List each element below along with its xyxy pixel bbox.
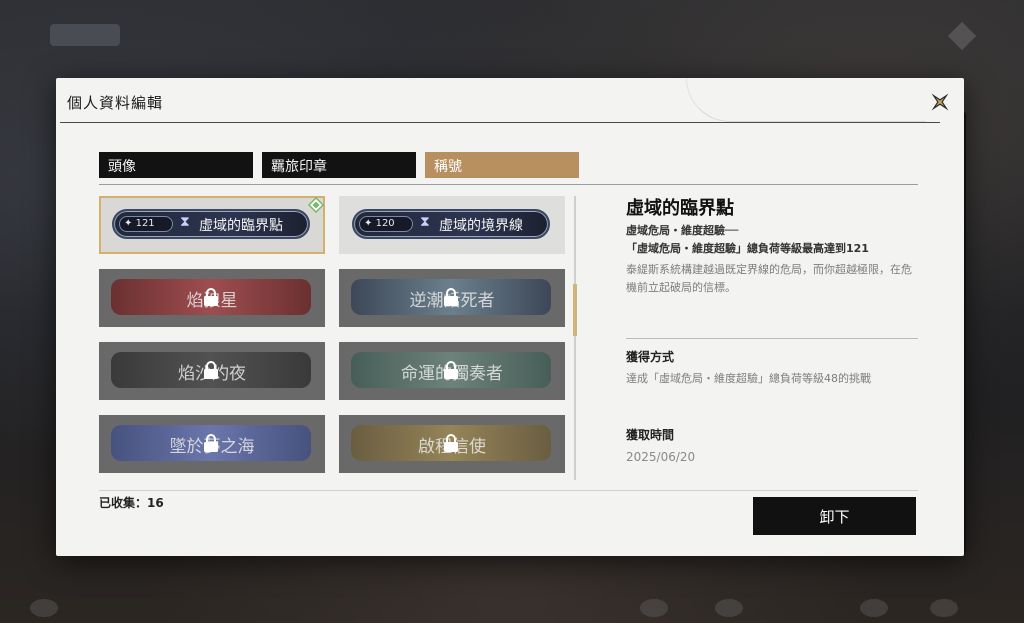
- level-badge: ✦ 120: [359, 216, 413, 232]
- scrollbar-track[interactable]: [574, 196, 576, 480]
- lock-icon: [444, 288, 458, 306]
- hourglass-icon: ⧗: [180, 214, 190, 230]
- title-divider: [60, 122, 940, 123]
- background-bottom-icon: [640, 599, 668, 617]
- level-badge: ✦ 121: [119, 216, 173, 232]
- detail-title: 虛域的臨界點: [626, 198, 734, 219]
- lock-icon: [204, 361, 218, 379]
- background-bottom-icon: [30, 599, 58, 617]
- background-bottom-icon: [930, 599, 958, 617]
- obtain-method: 達成「虛域危局・維度超驗」總負荷等級48的挑戰: [626, 372, 871, 385]
- sparkle-icon: ✦: [364, 218, 373, 229]
- detail-divider: [626, 338, 918, 339]
- profile-edit-dialog: 個人資料編輯 頭像 羈旅印章 稱號 ✦ 121 ⧗ 虛域的臨界點 ✦ 120 ⧗…: [56, 78, 964, 556]
- tab-titles[interactable]: 稱號: [425, 152, 579, 178]
- lock-icon: [444, 361, 458, 379]
- detail-source: 虛域危局・維度超驗──: [626, 224, 739, 237]
- title-card-locked[interactable]: 墜於夢之海: [99, 415, 325, 473]
- close-star-icon: [931, 93, 949, 111]
- close-button[interactable]: [925, 87, 955, 117]
- title-card[interactable]: ✦ 120 ⧗ 虛域的境界線: [339, 196, 565, 254]
- title-card-selected[interactable]: ✦ 121 ⧗ 虛域的臨界點: [99, 196, 325, 254]
- level-value: 120: [375, 218, 395, 229]
- title-banner: ✦ 121 ⧗ 虛域的臨界點: [112, 209, 310, 239]
- header-decoration: [686, 78, 926, 122]
- lock-icon: [204, 288, 218, 306]
- level-value: 121: [135, 218, 155, 229]
- acquired-date: 2025/06/20: [626, 450, 696, 464]
- title-banner: ✦ 120 ⧗ 虛域的境界線: [352, 209, 550, 239]
- title-card-locked[interactable]: 啟程信使: [339, 415, 565, 473]
- acquired-time-heading: 獲取時間: [626, 428, 675, 442]
- sparkle-icon: ✦: [124, 218, 133, 229]
- background-bottom-icon: [715, 599, 743, 617]
- collected-count: 已收集：16: [99, 496, 164, 510]
- tab-avatar[interactable]: 頭像: [99, 152, 253, 178]
- title-card-locked[interactable]: 焰沙灼夜: [99, 342, 325, 400]
- background-hud-element: [50, 24, 120, 46]
- title-card-locked[interactable]: 焰狼星: [99, 269, 325, 327]
- title-card-locked[interactable]: 命運的獨奏者: [339, 342, 565, 400]
- hourglass-icon: ⧗: [420, 214, 430, 230]
- background-bottom-icon: [860, 599, 888, 617]
- tabs-divider: [99, 184, 918, 185]
- unequip-button[interactable]: 卸下: [753, 497, 916, 535]
- detail-description: 泰緹斯系統構建越過既定界線的危局，而你超越極限，在危機前立起破局的信標。: [626, 263, 912, 294]
- dialog-title: 個人資料編輯: [67, 94, 164, 112]
- tab-travel-stamps[interactable]: 羈旅印章: [262, 152, 416, 178]
- title-label: 虛域的臨界點: [199, 218, 283, 234]
- lock-icon: [204, 434, 218, 452]
- title-card-locked[interactable]: 逆潮話死者: [339, 269, 565, 327]
- footer-divider: [99, 490, 918, 491]
- lock-icon: [444, 434, 458, 452]
- detail-condition: 「虛域危局・維度超驗」總負荷等級最高達到121: [626, 242, 869, 255]
- equipped-diamond-icon: [308, 197, 324, 213]
- obtain-heading: 獲得方式: [626, 350, 675, 364]
- scrollbar-thumb[interactable]: [573, 284, 577, 336]
- title-label: 虛域的境界線: [439, 218, 523, 234]
